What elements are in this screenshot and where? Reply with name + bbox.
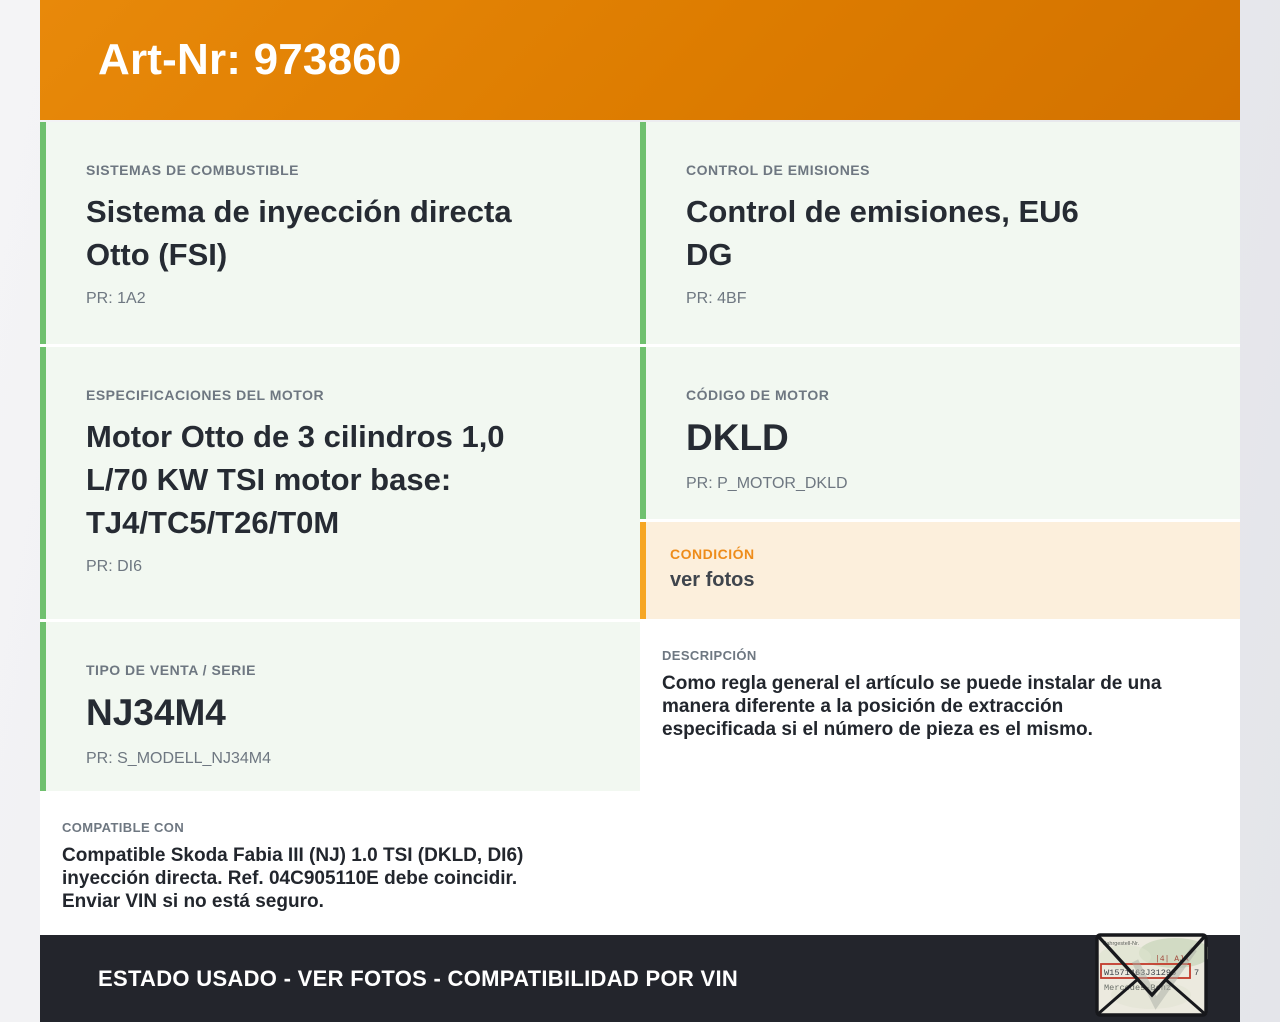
card-sale-type: TIPO DE VENTA / SERIE NJ34M4 PR: S_MODEL…: [40, 622, 640, 791]
content-sheet: Art-Nr: 973860 SISTEMAS DE COMBUSTIBLE S…: [40, 0, 1240, 1022]
card-engine-code: CÓDIGO DE MOTOR DKLD PR: P_MOTOR_DKLD: [640, 347, 1240, 519]
vin-document-envelope-image: Fahrgestell-Nr. |4| AJA W1571463J31298 7…: [1095, 933, 1208, 1017]
card-condition: CONDICIÓN ver fotos: [640, 522, 1240, 619]
card-description-label: DESCRIPCIÓN: [662, 648, 757, 663]
status-footer-text: ESTADO USADO - VER FOTOS - COMPATIBILIDA…: [98, 965, 739, 991]
article-number-title: Art-Nr: 973860: [98, 35, 402, 84]
status-footer: ESTADO USADO - VER FOTOS - COMPATIBILIDA…: [40, 935, 1240, 1022]
card-emissions-title: Control de emisiones, EU6 DG: [686, 194, 1079, 272]
card-engine-code-label: CÓDIGO DE MOTOR: [686, 387, 830, 403]
envelope-icon: Fahrgestell-Nr. |4| AJA W1571463J31298 7…: [1095, 933, 1208, 1017]
card-emissions-pr-code: PR: 4BF: [686, 290, 747, 307]
article-header: Art-Nr: 973860: [40, 0, 1240, 120]
right-column: CONTROL DE EMISIONES Control de emisione…: [640, 122, 1240, 935]
card-engine-specs: ESPECIFICACIONES DEL MOTOR Motor Otto de…: [40, 347, 640, 619]
card-description-text: Como regla general el artículo se puede …: [662, 673, 1162, 740]
card-compatible: COMPATIBLE CON Compatible Skoda Fabia II…: [40, 794, 640, 935]
card-description: DESCRIPCIÓN Como regla general el artícu…: [640, 622, 1240, 935]
card-engine-code-title: DKLD: [686, 417, 789, 458]
card-sale-type-title: NJ34M4: [86, 692, 226, 733]
card-sale-type-label: TIPO DE VENTA / SERIE: [86, 662, 256, 678]
card-engine-specs-title: Motor Otto de 3 cilindros 1,0 L/70 KW TS…: [86, 419, 505, 540]
left-column: SISTEMAS DE COMBUSTIBLE Sistema de inyec…: [40, 122, 640, 935]
card-condition-value: ver fotos: [670, 569, 755, 591]
card-compatible-label: COMPATIBLE CON: [62, 820, 185, 835]
card-sale-type-pr-code: PR: S_MODELL_NJ34M4: [86, 750, 271, 767]
card-condition-label: CONDICIÓN: [670, 546, 755, 562]
card-fuel-system: SISTEMAS DE COMBUSTIBLE Sistema de inyec…: [40, 122, 640, 344]
card-engine-specs-label: ESPECIFICACIONES DEL MOTOR: [86, 387, 325, 403]
card-engine-code-pr-code: PR: P_MOTOR_DKLD: [686, 475, 848, 492]
card-emissions-label: CONTROL DE EMISIONES: [686, 162, 870, 178]
listing-page: Art-Nr: 973860 SISTEMAS DE COMBUSTIBLE S…: [0, 0, 1280, 1022]
card-fuel-pr-code: PR: 1A2: [86, 290, 146, 307]
card-fuel-title: Sistema de inyección directa Otto (FSI): [86, 194, 512, 272]
card-compatible-text: Compatible Skoda Fabia III (NJ) 1.0 TSI …: [62, 845, 524, 912]
svg-text:7: 7: [1194, 968, 1199, 978]
card-columns: SISTEMAS DE COMBUSTIBLE Sistema de inyec…: [40, 122, 1240, 935]
card-engine-specs-pr-code: PR: DI6: [86, 558, 143, 575]
card-fuel-label: SISTEMAS DE COMBUSTIBLE: [86, 162, 299, 178]
card-emissions: CONTROL DE EMISIONES Control de emisione…: [640, 122, 1240, 344]
